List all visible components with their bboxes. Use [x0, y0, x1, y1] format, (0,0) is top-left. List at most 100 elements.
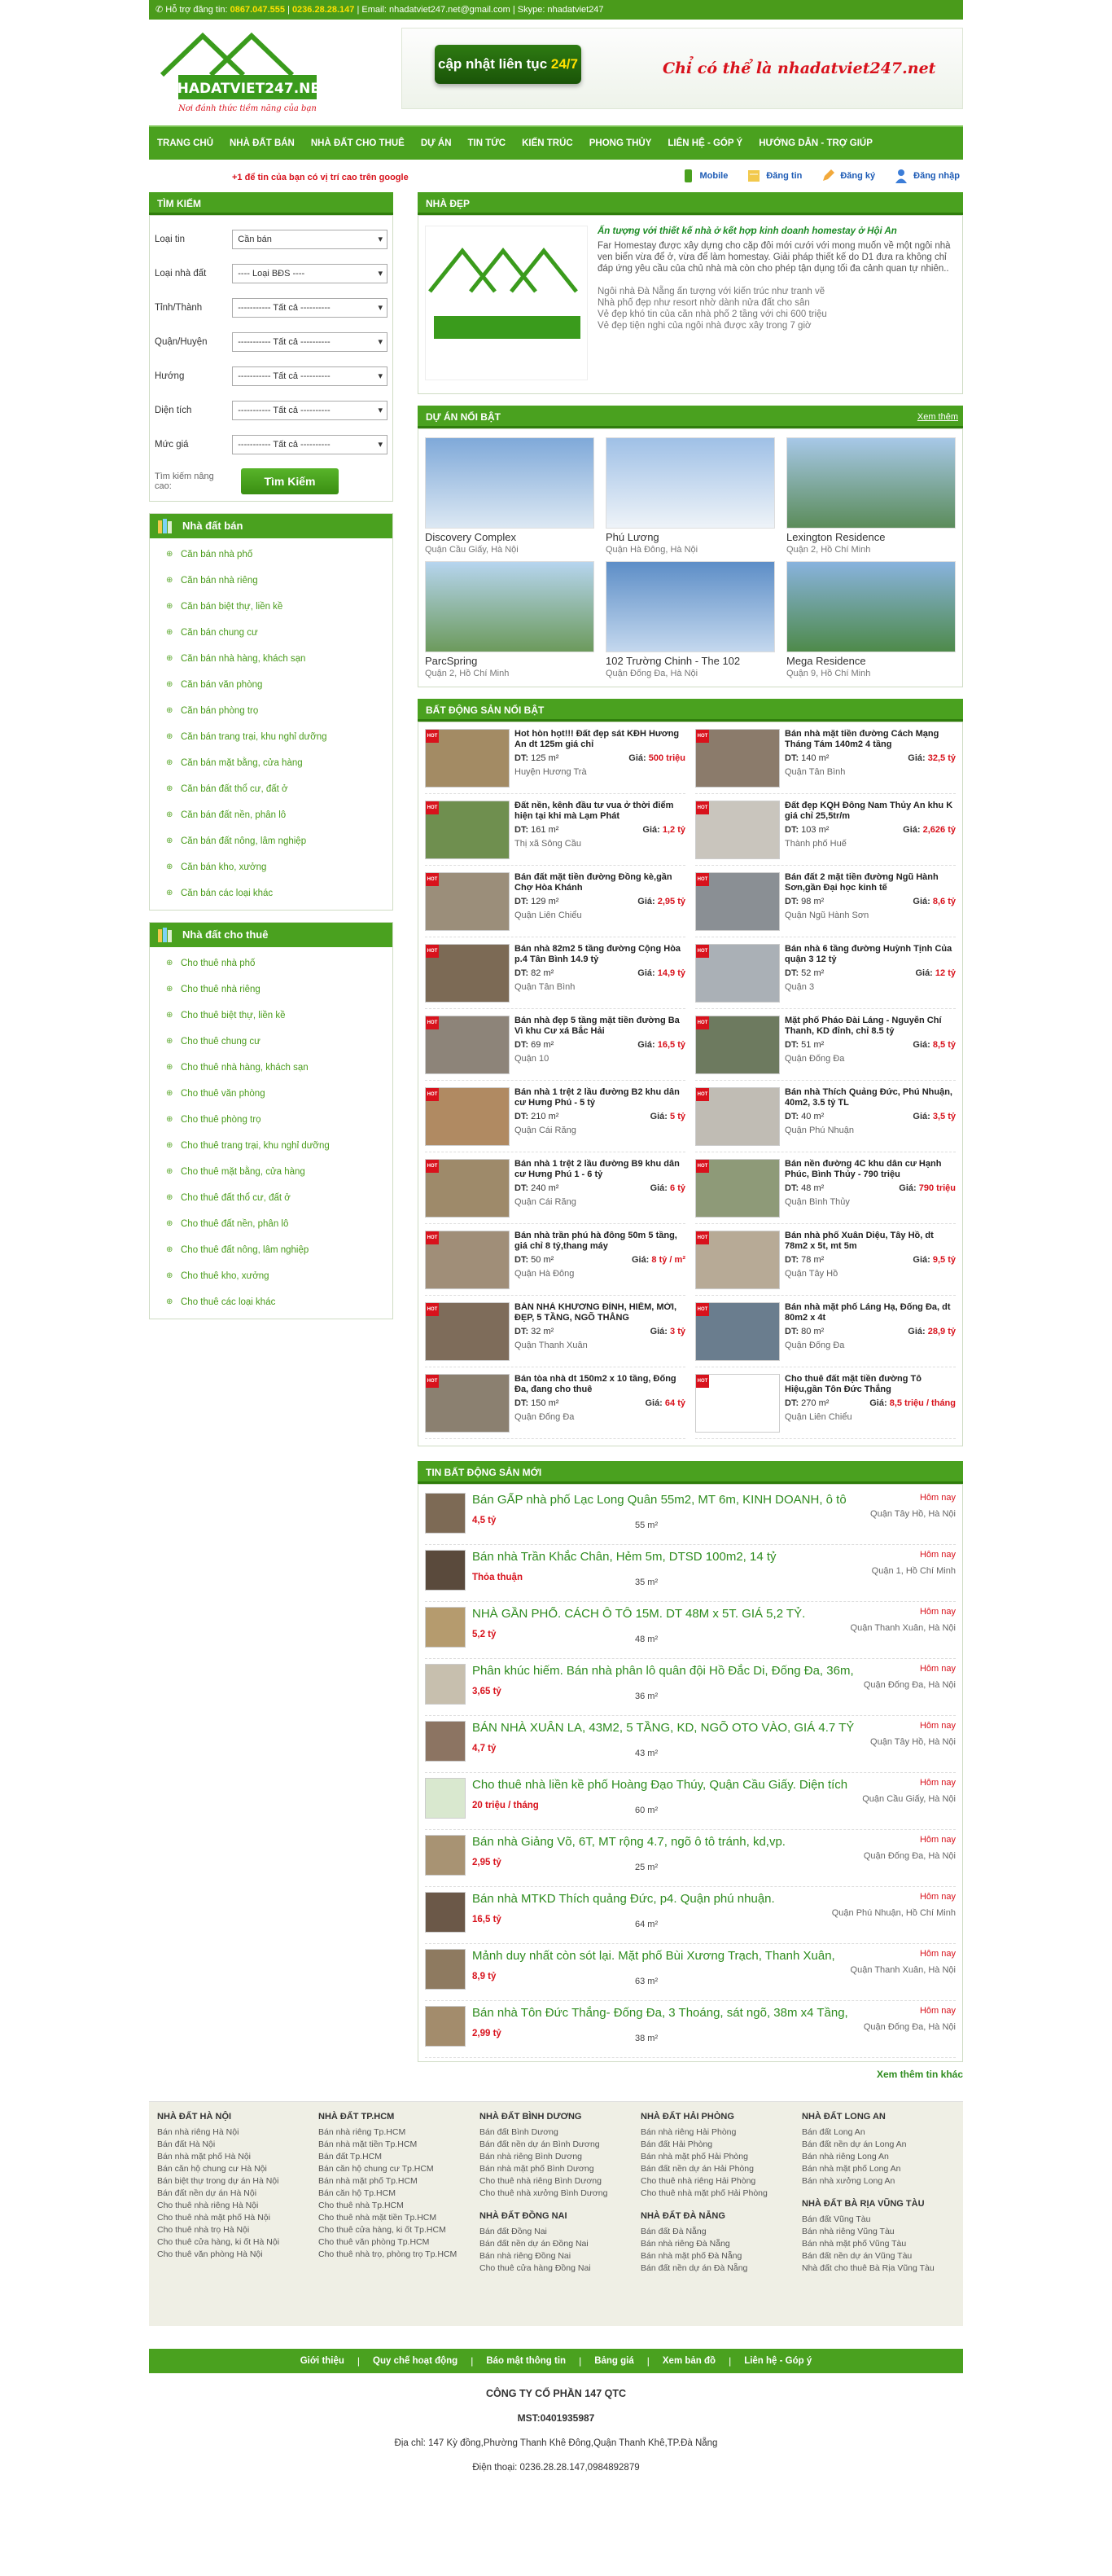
projects-more-link[interactable]: Xem thêm [917, 406, 958, 428]
category-item[interactable]: Cho thuê nhà hàng, khách sạn [150, 1055, 392, 1081]
hot-listing[interactable]: HOT Cho thuê đất mặt tiền đường Tô Hiệu,g… [695, 1374, 956, 1439]
footer-link[interactable]: Bán đất nền dự án Hà Nội [157, 2188, 310, 2200]
listing-image[interactable]: HOT [425, 1087, 510, 1146]
category-item[interactable]: Căn bán kho, xưởng [150, 854, 392, 880]
hot-listing[interactable]: HOT Bán đất 2 mặt tiền đường Ngũ Hành Sơn… [695, 872, 956, 937]
hot-listing[interactable]: HOT Bán nền đường 4C khu dân cư Hạnh Phúc… [695, 1159, 956, 1224]
featured-link[interactable]: Vẻ đẹp khó tin của căn nhà phố 2 tầng vớ… [598, 309, 956, 320]
category-item[interactable]: Căn bán nhà riêng [150, 568, 392, 594]
footer-link[interactable]: Bán nhà mặt phố Vũng Tàu [802, 2238, 955, 2250]
footer-link[interactable]: Cho thuê cửa hàng Đồng Nai [479, 2262, 633, 2275]
category-item[interactable]: Cho thuê đất thổ cư, đất ở [150, 1185, 392, 1211]
listing-title[interactable]: Bán nhà mặt phố Láng Hạ, Đống Đa, dt 80m… [785, 1302, 956, 1323]
listing-image[interactable]: HOT [695, 801, 780, 859]
footer-link[interactable]: Bán đất nền dự án Bình Dương [479, 2139, 633, 2151]
news-image[interactable] [425, 1664, 466, 1705]
project-name[interactable]: Discovery Complex [425, 531, 594, 543]
nav-item[interactable]: LIÊN HỆ - GÓP Ý [659, 126, 751, 160]
news-title[interactable]: Bán nhà MTKD Thích quảng Đức, p4. Quận p… [472, 1892, 855, 1908]
news-item[interactable]: Bán nhà Giảng Võ, 6T, MT rộng 4.7, ngõ ô… [425, 1830, 956, 1887]
category-item[interactable]: Cho thuê nhà phố [150, 950, 392, 976]
listing-image[interactable]: HOT [425, 1374, 510, 1433]
footer-link[interactable]: Bán đất Đà Nẵng [641, 2226, 794, 2238]
hot-listing[interactable]: HOT BÁN NHÀ KHƯƠNG ĐÌNH, HIẾM, MỚI, ĐẸP, … [425, 1302, 685, 1367]
category-item[interactable]: Căn bán đất nông, lâm nghiệp [150, 828, 392, 854]
footer-link[interactable]: Bán nhà riêng Hà Nội [157, 2126, 310, 2139]
footer-link[interactable]: Cho thuê văn phòng Tp.HCM [318, 2236, 471, 2249]
project-image[interactable] [786, 561, 956, 652]
footer-link[interactable]: Bán nhà mặt phố Đà Nẵng [641, 2250, 794, 2262]
footer-link[interactable]: Bán nhà xưởng Long An [802, 2175, 955, 2188]
search-select[interactable]: ----------- Tất cả ---------- [232, 332, 387, 352]
hot-listing[interactable]: HOT Bán nhà phố Xuân Diệu, Tây Hồ, dt 78m… [695, 1231, 956, 1296]
category-item[interactable]: Cho thuê chung cư [150, 1029, 392, 1055]
bottom-nav-item[interactable]: Bảng giá [586, 2356, 642, 2366]
hot-listing[interactable]: HOT Bán nhà mặt phố Láng Hạ, Đống Đa, dt … [695, 1302, 956, 1367]
bottom-nav-item[interactable]: Báo mật thông tin [478, 2356, 574, 2366]
footer-link[interactable]: Bán nhà mặt phố Bình Dương [479, 2163, 633, 2175]
news-item[interactable]: Bán GẤP nhà phố Lạc Long Quân 55m2, MT 6… [425, 1488, 956, 1545]
listing-image[interactable]: HOT [695, 1159, 780, 1218]
listing-title[interactable]: Bán nhà Thích Quảng Đức, Phú Nhuận, 40m2… [785, 1087, 956, 1108]
news-title[interactable]: NHÀ GẦN PHỐ. CÁCH Ô TÔ 15M. DT 48M x 5T.… [472, 1607, 855, 1623]
project-image[interactable] [425, 561, 594, 652]
footer-link[interactable]: Cho thuê cửa hàng, ki ốt Hà Nội [157, 2236, 310, 2249]
listing-image[interactable]: HOT [695, 1302, 780, 1361]
news-image[interactable] [425, 1778, 466, 1819]
hot-listing[interactable]: HOT Bán nhà trần phú hà đông 50m 5 tầng, … [425, 1231, 685, 1296]
footer-link[interactable]: Cho thuê nhà mặt phố Hải Phòng [641, 2188, 794, 2200]
nav-item[interactable]: HƯỚNG DẪN - TRỢ GIÚP [751, 126, 881, 160]
news-image[interactable] [425, 1493, 466, 1534]
news-item[interactable]: Bán nhà MTKD Thích quảng Đức, p4. Quận p… [425, 1887, 956, 1944]
footer-link[interactable]: Bán nhà mặt phố Hà Nội [157, 2151, 310, 2163]
footer-link[interactable]: Bán nhà mặt phố Hải Phòng [641, 2151, 794, 2163]
project-name[interactable]: ParcSpring [425, 655, 594, 667]
listing-title[interactable]: Bán tòa nhà dt 150m2 x 10 tầng, Đống Đa,… [514, 1374, 685, 1395]
nav-item[interactable]: DỰ ÁN [413, 126, 460, 160]
project-name[interactable]: Phú Lương [606, 531, 775, 543]
footer-link[interactable]: Bán nhà riêng Tp.HCM [318, 2126, 471, 2139]
listing-title[interactable]: Bán nhà 82m2 5 tầng đường Cộng Hòa p.4 T… [514, 944, 685, 965]
hot-listing[interactable]: HOT Bán nhà 6 tầng đường Huỳnh Tịnh Của q… [695, 944, 956, 1009]
footer-link[interactable]: Bán đất nền dự án Long An [802, 2139, 955, 2151]
project-card[interactable]: ParcSpring Quận 2, Hồ Chí Minh [425, 561, 594, 678]
category-item[interactable]: Căn bán nhà phố [150, 542, 392, 568]
footer-link[interactable]: Bán căn hộ Tp.HCM [318, 2188, 471, 2200]
bottom-nav-item[interactable]: Liên hệ - Góp ý [736, 2356, 820, 2366]
category-item[interactable]: Căn bán trang trại, khu nghỉ dưỡng [150, 724, 392, 750]
footer-link[interactable]: Bán nhà mặt phố Tp.HCM [318, 2175, 471, 2188]
hot-listing[interactable]: HOT Bán nhà 1 trệt 2 lầu đường B9 khu dân… [425, 1159, 685, 1224]
category-item[interactable]: Căn bán biệt thự, liền kề [150, 594, 392, 620]
search-select[interactable]: Cần bán [232, 230, 387, 249]
project-name[interactable]: 102 Trường Chinh - The 102 [606, 655, 775, 667]
news-image[interactable] [425, 1835, 466, 1876]
footer-link[interactable]: Cho thuê nhà trọ, phòng trọ Tp.HCM [318, 2249, 471, 2261]
hot-listing[interactable]: HOT Bán nhà 1 trệt 2 lầu đường B2 khu dân… [425, 1087, 685, 1152]
listing-title[interactable]: Đất đẹp KQH Đông Nam Thủy An khu K giá c… [785, 801, 956, 822]
category-item[interactable]: Căn bán chung cư [150, 620, 392, 646]
listing-title[interactable]: Bán nhà phố Xuân Diệu, Tây Hồ, dt 78m2 x… [785, 1231, 956, 1252]
footer-link[interactable]: Cho thuê nhà trọ Hà Nội [157, 2224, 310, 2236]
footer-link[interactable]: Bán căn hộ chung cư Tp.HCM [318, 2163, 471, 2175]
featured-link[interactable]: Vẻ đẹp tiện nghi của ngôi nhà được xây t… [598, 320, 956, 331]
footer-link[interactable]: Bán nhà riêng Bình Dương [479, 2151, 633, 2163]
nav-item[interactable]: NHÀ ĐẤT CHO THUÊ [303, 126, 413, 160]
footer-link[interactable]: Bán căn hộ chung cư Hà Nội [157, 2163, 310, 2175]
news-image[interactable] [425, 1721, 466, 1762]
project-name[interactable]: Mega Residence [786, 655, 956, 667]
footer-link[interactable]: Bán nhà riêng Vũng Tàu [802, 2226, 955, 2238]
footer-link[interactable]: Bán nhà mặt phố Long An [802, 2163, 955, 2175]
project-card[interactable]: Mega Residence Quận 9, Hồ Chí Minh [786, 561, 956, 678]
news-image[interactable] [425, 1550, 466, 1591]
news-title[interactable]: Bán GẤP nhà phố Lạc Long Quân 55m2, MT 6… [472, 1493, 855, 1509]
listing-title[interactable]: Cho thuê đất mặt tiền đường Tô Hiệu,gần … [785, 1374, 956, 1395]
hot-listing[interactable]: HOT Bán nhà Thích Quảng Đức, Phú Nhuận, 4… [695, 1087, 956, 1152]
listing-image[interactable]: HOT [695, 1016, 780, 1074]
hot-listing[interactable]: HOT Bán đất mặt tiền đường Đồng kè,gần Ch… [425, 872, 685, 937]
support-email[interactable]: | Email: nhadatviet247.net@gmail.com [357, 5, 510, 15]
footer-link[interactable]: Bán nhà riêng Long An [802, 2151, 955, 2163]
listing-image[interactable]: HOT [695, 944, 780, 1003]
news-image[interactable] [425, 1607, 466, 1648]
footer-link[interactable]: Bán đất Bình Dương [479, 2126, 633, 2139]
listing-image[interactable]: HOT [425, 1302, 510, 1361]
